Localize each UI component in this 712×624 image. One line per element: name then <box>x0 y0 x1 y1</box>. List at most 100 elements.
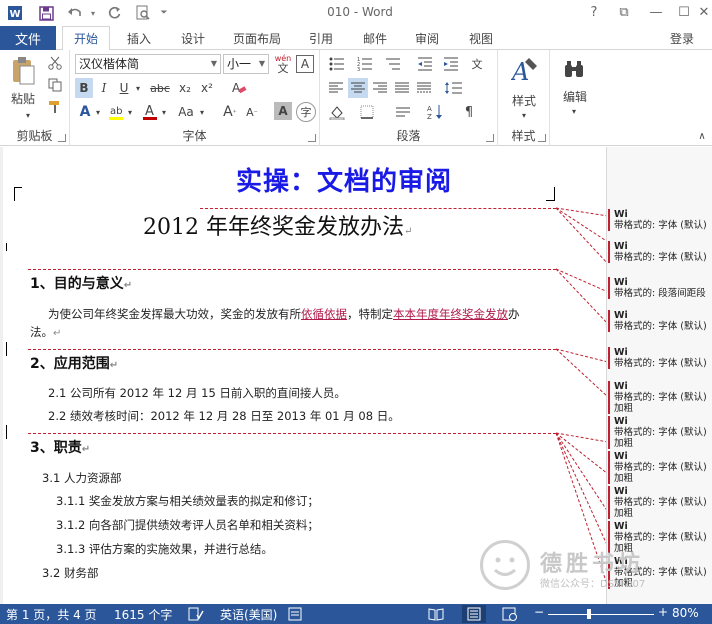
editing-dropdown-icon[interactable]: ▾ <box>568 106 580 116</box>
font-dialog-launcher-icon[interactable] <box>308 134 316 142</box>
asian-typography-icon[interactable] <box>392 102 414 122</box>
highlight-color-icon[interactable]: ab <box>106 102 126 122</box>
tab-page-layout[interactable]: 页面布局 <box>226 26 288 50</box>
comment-balloon[interactable]: Wi 带格式的: 字体 (默认) <box>608 347 712 369</box>
zoom-out-button[interactable]: − <box>534 605 544 619</box>
align-right-icon[interactable] <box>370 78 390 98</box>
comment-balloon[interactable]: Wi 带格式的: 段落间距段 <box>608 277 712 299</box>
undo-dropdown-icon[interactable]: ▾ <box>88 3 98 23</box>
shrink-font-icon[interactable]: A ⁻ <box>242 102 262 122</box>
styles-dropdown-icon[interactable]: ▾ <box>518 110 530 120</box>
sign-in-link[interactable]: 登录 <box>670 30 694 47</box>
language-indicator[interactable]: 英语(美国) <box>220 606 277 623</box>
justify-icon[interactable] <box>392 78 412 98</box>
comment-balloon[interactable]: Wi 带格式的: 字体 (默认) 加粗 <box>608 416 712 449</box>
paste-dropdown-icon[interactable]: ▾ <box>22 110 34 120</box>
tab-references[interactable]: 引用 <box>298 26 344 50</box>
font-color-icon[interactable]: A <box>140 102 160 122</box>
tab-mailings[interactable]: 邮件 <box>352 26 398 50</box>
sort-icon[interactable]: AZ <box>424 102 446 122</box>
decrease-indent-icon[interactable] <box>414 54 436 74</box>
comment-balloon[interactable]: Wi 带格式的: 字体 (默认) 加粗 <box>608 486 712 519</box>
tab-review[interactable]: 审阅 <box>404 26 450 50</box>
zoom-slider-thumb[interactable] <box>587 609 592 619</box>
tab-view[interactable]: 视图 <box>458 26 504 50</box>
ribbon-display-options-icon[interactable]: ⧉ <box>614 3 634 21</box>
chinese-layout-icon[interactable]: 文 <box>466 54 488 74</box>
tab-insert[interactable]: 插入 <box>116 26 162 50</box>
phonetic-guide-button[interactable]: wén 文 <box>273 52 293 76</box>
page-count[interactable]: 第 1 页，共 4 页 <box>6 606 97 623</box>
zoom-in-button[interactable]: + <box>658 605 668 619</box>
highlight-dropdown-icon[interactable]: ▾ <box>126 107 134 117</box>
change-case-dropdown-icon[interactable]: ▾ <box>198 107 206 117</box>
font-color-dropdown-icon[interactable]: ▾ <box>160 107 168 117</box>
binoculars-icon[interactable] <box>560 54 588 84</box>
web-layout-icon[interactable] <box>502 607 518 624</box>
help-button[interactable]: ? <box>584 3 604 21</box>
enclose-characters-icon[interactable]: 字 <box>296 102 316 122</box>
editing-button[interactable]: 编辑 <box>552 88 598 104</box>
clear-formatting-icon[interactable]: A <box>228 78 250 98</box>
macro-recording-icon[interactable] <box>288 607 302 624</box>
cut-icon[interactable] <box>46 54 64 72</box>
increase-indent-icon[interactable] <box>440 54 462 74</box>
bold-button[interactable]: B <box>75 78 93 98</box>
save-icon[interactable] <box>36 3 56 23</box>
word-app-icon[interactable]: W <box>6 3 24 23</box>
show-formatting-marks-icon[interactable]: ¶ <box>458 102 480 122</box>
comment-balloon[interactable]: Wi 带格式的: 字体 (默认) <box>608 241 712 263</box>
undo-icon[interactable] <box>64 3 86 23</box>
shading-icon[interactable] <box>326 102 348 122</box>
text-effects-icon[interactable]: A <box>75 102 95 122</box>
read-mode-icon[interactable] <box>428 607 444 624</box>
comment-balloon[interactable]: Wi 带格式的: 字体 (默认) <box>608 209 712 231</box>
paragraph-dialog-launcher-icon[interactable] <box>486 134 494 142</box>
maximize-button[interactable]: ☐ <box>674 3 694 21</box>
close-button[interactable]: ✕ <box>694 3 712 21</box>
distributed-icon[interactable] <box>414 78 434 98</box>
character-border-icon[interactable]: A <box>296 55 314 73</box>
collapse-ribbon-icon[interactable]: ∧ <box>696 130 708 142</box>
format-painter-icon[interactable] <box>46 98 64 116</box>
underline-button[interactable]: U <box>115 78 133 98</box>
character-shading-icon[interactable]: A <box>274 102 292 120</box>
line-spacing-icon[interactable] <box>440 78 466 98</box>
comment-balloon[interactable]: Wi 带格式的: 字体 (默认) 加粗 <box>608 451 712 484</box>
comment-balloon[interactable]: Wi 带格式的: 字体 (默认) <box>608 310 712 332</box>
multilevel-list-icon[interactable] <box>382 54 404 74</box>
tab-design[interactable]: 设计 <box>170 26 216 50</box>
bullets-icon[interactable] <box>326 54 348 74</box>
styles-icon[interactable]: A <box>510 54 540 88</box>
change-case-button[interactable]: Aa <box>174 102 198 122</box>
italic-button[interactable]: I <box>95 78 113 98</box>
tab-home[interactable]: 开始 <box>62 26 110 51</box>
grow-font-icon[interactable]: A ⁺ <box>220 102 240 122</box>
minimize-button[interactable]: — <box>646 3 666 21</box>
print-preview-icon[interactable] <box>132 3 154 23</box>
superscript-button[interactable]: x² <box>197 78 217 98</box>
word-count[interactable]: 1615 个字 <box>114 606 172 623</box>
styles-dialog-launcher-icon[interactable] <box>538 134 546 142</box>
copy-icon[interactable] <box>46 76 64 94</box>
font-size-combo[interactable]: 小一 ▼ <box>223 54 269 74</box>
comment-balloon[interactable]: Wi 带格式的: 字体 (默认) 加粗 <box>608 381 712 414</box>
tab-file[interactable]: 文件 <box>0 26 56 50</box>
subscript-button[interactable]: x₂ <box>175 78 195 98</box>
paste-icon[interactable] <box>6 56 40 86</box>
customize-toolbar-icon[interactable]: ⏷ <box>158 3 170 23</box>
zoom-slider[interactable] <box>548 614 654 615</box>
strikethrough-button[interactable]: abc <box>147 78 173 98</box>
paste-button[interactable]: 粘贴 <box>6 90 40 106</box>
clipboard-dialog-launcher-icon[interactable] <box>58 134 66 142</box>
zoom-level[interactable]: 80% <box>672 606 699 620</box>
align-left-icon[interactable] <box>326 78 346 98</box>
text-effects-dropdown-icon[interactable]: ▾ <box>94 107 102 117</box>
font-name-combo[interactable]: 汉仪楷体简 ▼ <box>75 54 221 74</box>
print-layout-icon[interactable] <box>462 605 486 623</box>
underline-dropdown-icon[interactable]: ▾ <box>133 82 143 94</box>
align-center-icon[interactable] <box>348 78 368 98</box>
borders-icon[interactable] <box>356 102 378 122</box>
styles-button[interactable]: 样式 <box>500 92 548 108</box>
numbering-icon[interactable]: 123 <box>354 54 376 74</box>
